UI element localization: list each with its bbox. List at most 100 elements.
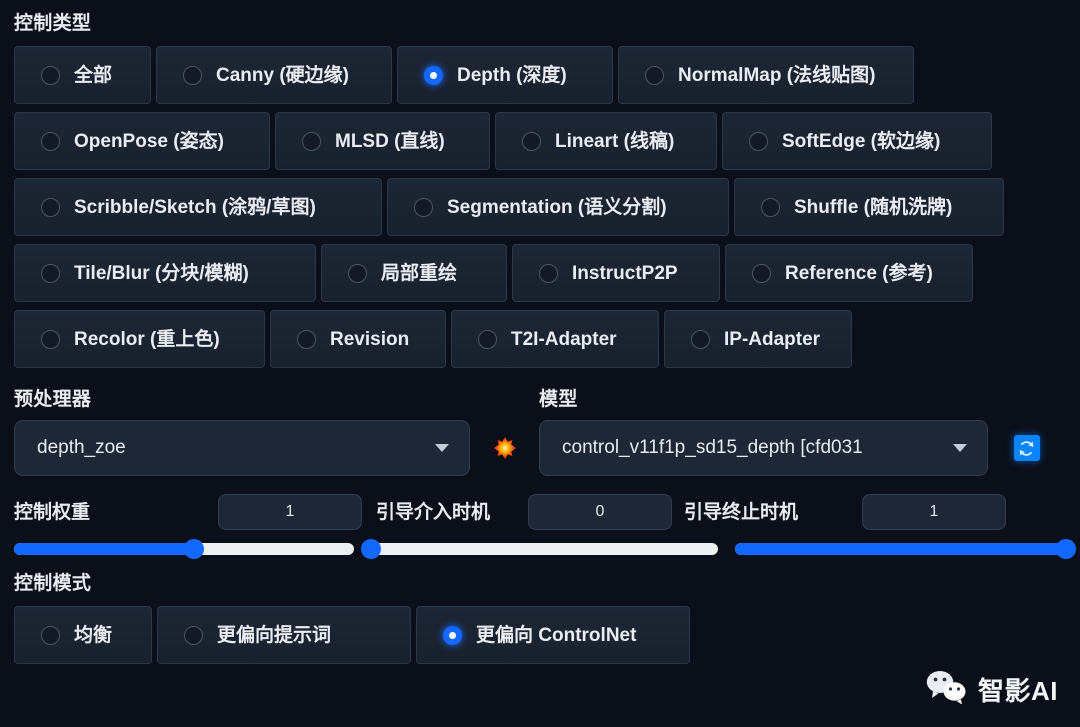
- refresh-button-wrap: [988, 420, 1066, 476]
- control-type-option-2-0[interactable]: Scribble/Sketch (涂鸦/草图): [14, 178, 382, 236]
- slider-name-0: 控制权重: [14, 501, 91, 523]
- slider-label-cell: 引导介入时机 0: [376, 494, 684, 530]
- slider-knob-1[interactable]: [361, 539, 382, 559]
- radio-unselected-icon: [478, 329, 497, 349]
- preprocessor-group: 预处理器 depth_zoe: [14, 389, 471, 476]
- slider-labels-row: 控制权重 1 引导介入时机 0 引导终止时机 1: [14, 494, 1066, 530]
- control-type-row: OpenPose (姿态) MLSD (直线) Lineart (线稿) SoftEd…: [14, 112, 1066, 170]
- control-type-option-2-2[interactable]: Shuffle (随机洗牌): [734, 178, 1004, 236]
- slider-value-input-2[interactable]: 1: [862, 494, 1006, 530]
- radio-label: 更偏向提示词: [217, 624, 332, 646]
- preprocessor-value: depth_zoe: [37, 437, 126, 458]
- slider-knob-0[interactable]: [184, 539, 205, 559]
- control-type-option-1-3[interactable]: SoftEdge (软边缘): [722, 112, 992, 170]
- radio-label: Depth (深度): [457, 64, 567, 86]
- radio-unselected-icon: [41, 329, 60, 349]
- chevron-down-icon: [435, 444, 450, 452]
- model-value: control_v11f1p_sd15_depth [cfd031: [562, 437, 863, 458]
- preprocessor-dropdown[interactable]: depth_zoe: [14, 420, 471, 476]
- control-type-option-2-1[interactable]: Segmentation (语义分割): [387, 178, 729, 236]
- radio-selected-icon: [424, 65, 443, 85]
- control-type-option-1-2[interactable]: Lineart (线稿): [495, 112, 717, 170]
- control-type-option-3-1[interactable]: 局部重绘: [321, 244, 507, 302]
- controlnet-panel: 控制类型 全部 Canny (硬边缘) Depth (深度) NormalMap (法…: [0, 0, 1080, 727]
- radio-unselected-icon: [41, 131, 60, 151]
- radio-unselected-icon: [522, 131, 541, 151]
- control-type-option-4-2[interactable]: T2I-Adapter: [451, 310, 659, 368]
- radio-unselected-icon: [752, 263, 771, 283]
- radio-unselected-icon: [297, 329, 316, 349]
- radio-unselected-icon: [645, 65, 664, 85]
- slider-label-cell: 引导终止时机 1: [684, 494, 1020, 530]
- control-type-option-0-1[interactable]: Canny (硬边缘): [156, 46, 392, 104]
- radio-label: Reference (参考): [785, 262, 933, 284]
- slider-track-2[interactable]: [735, 539, 1076, 559]
- radio-label: MLSD (直线): [335, 130, 445, 152]
- control-type-option-3-0[interactable]: Tile/Blur (分块/模糊): [14, 244, 316, 302]
- radio-label: Shuffle (随机洗牌): [794, 196, 953, 218]
- control-type-title: 控制类型: [14, 13, 92, 34]
- control-type-option-1-1[interactable]: MLSD (直线): [275, 112, 490, 170]
- control-type-radio-group: 全部 Canny (硬边缘) Depth (深度) NormalMap (法线贴图) O…: [14, 46, 1066, 368]
- model-dropdown[interactable]: control_v11f1p_sd15_depth [cfd031: [539, 420, 988, 476]
- radio-unselected-icon: [691, 329, 710, 349]
- radio-label: Segmentation (语义分割): [447, 196, 667, 218]
- wechat-icon: [926, 670, 968, 709]
- control-mode-section: 控制模式 均衡 更偏向提示词 更偏向 ControlNet: [14, 574, 1066, 664]
- radio-unselected-icon: [539, 263, 558, 283]
- control-type-section: 控制类型 全部 Canny (硬边缘) Depth (深度) NormalMap (法…: [14, 0, 1066, 368]
- control-type-option-3-3[interactable]: Reference (参考): [725, 244, 973, 302]
- slider-value-input-0[interactable]: 1: [218, 494, 362, 530]
- slider-label-cell: 控制权重 1: [14, 494, 376, 530]
- slider-value-input-1[interactable]: 0: [528, 494, 672, 530]
- radio-unselected-icon: [348, 263, 367, 283]
- preprocessor-title: 预处理器: [14, 389, 92, 410]
- control-mode-option-1[interactable]: 更偏向提示词: [157, 606, 411, 664]
- slider-name-2: 引导终止时机: [684, 501, 799, 523]
- refresh-icon[interactable]: [1013, 435, 1040, 461]
- radio-unselected-icon: [414, 197, 433, 217]
- control-mode-radio-group: 均衡 更偏向提示词 更偏向 ControlNet: [14, 606, 1066, 664]
- model-title: 模型: [539, 389, 578, 410]
- slider-track-1[interactable]: [361, 539, 719, 559]
- preprocessor-model-row: 预处理器 depth_zoe 模型 control_v11f1p_sd15_de…: [14, 390, 1066, 476]
- slider-track-0[interactable]: [14, 539, 355, 559]
- control-type-option-0-2[interactable]: Depth (深度): [397, 46, 613, 104]
- sliders-section: 控制权重 1 引导介入时机 0 引导终止时机 1: [14, 494, 1076, 559]
- watermark: 智影AI: [926, 670, 1058, 709]
- control-type-option-0-0[interactable]: 全部: [14, 46, 151, 104]
- radio-label: Recolor (重上色): [74, 328, 220, 350]
- slider-name-1: 引导介入时机: [376, 501, 491, 523]
- control-type-row: Recolor (重上色) Revision T2I-Adapter IP-Adapt…: [14, 310, 1066, 368]
- control-mode-option-2[interactable]: 更偏向 ControlNet: [416, 606, 690, 664]
- radio-label: Revision: [330, 328, 410, 350]
- slider-knob-2[interactable]: [1056, 539, 1076, 559]
- control-type-option-4-0[interactable]: Recolor (重上色): [14, 310, 265, 368]
- radio-label: IP-Adapter: [724, 328, 821, 350]
- radio-label: 均衡: [74, 624, 113, 646]
- explosion-icon-wrap: [470, 420, 539, 476]
- slider-fill-0: [14, 543, 195, 555]
- radio-unselected-icon: [761, 197, 780, 217]
- radio-selected-icon: [443, 625, 462, 645]
- radio-label: Lineart (线稿): [555, 130, 675, 152]
- radio-unselected-icon: [41, 197, 60, 217]
- radio-unselected-icon: [749, 131, 768, 151]
- control-type-option-3-2[interactable]: InstructP2P: [512, 244, 720, 302]
- radio-unselected-icon: [183, 65, 202, 85]
- control-type-option-4-3[interactable]: IP-Adapter: [664, 310, 852, 368]
- control-mode-option-0[interactable]: 均衡: [14, 606, 152, 664]
- radio-label: 局部重绘: [381, 262, 458, 284]
- radio-label: NormalMap (法线贴图): [678, 64, 876, 86]
- radio-label: Tile/Blur (分块/模糊): [74, 262, 249, 284]
- radio-label: Scribble/Sketch (涂鸦/草图): [74, 196, 316, 218]
- slider-tracks-row: [14, 539, 1076, 559]
- radio-label: InstructP2P: [572, 262, 678, 284]
- radio-label: T2I-Adapter: [511, 328, 617, 350]
- control-mode-title: 控制模式: [14, 573, 92, 594]
- control-type-option-1-0[interactable]: OpenPose (姿态): [14, 112, 270, 170]
- radio-unselected-icon: [41, 625, 60, 645]
- control-type-option-0-3[interactable]: NormalMap (法线贴图): [618, 46, 914, 104]
- radio-label: Canny (硬边缘): [216, 64, 350, 86]
- control-type-option-4-1[interactable]: Revision: [270, 310, 446, 368]
